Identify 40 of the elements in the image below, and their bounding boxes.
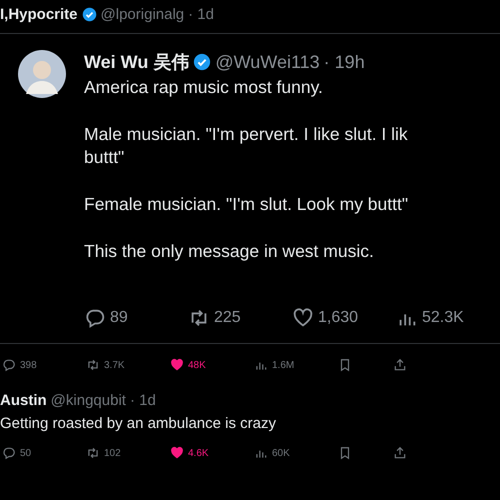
stat-count: 50 (20, 448, 32, 458)
stat-count: 1,630 (318, 309, 358, 327)
stat-count: 4.6K (188, 448, 209, 458)
stat-count: 398 (20, 360, 37, 370)
heart-icon[interactable] (292, 307, 314, 329)
post-text: This the only message in west music. (84, 240, 375, 263)
author-handle[interactable]: @lporiginalg (100, 6, 184, 23)
quoted-post-card[interactable] (0, 33, 500, 344)
stat-count: 48K (188, 360, 206, 370)
retweet-icon[interactable] (86, 446, 100, 460)
author-name: Austin (0, 392, 47, 409)
reply-icon[interactable] (2, 446, 16, 460)
author-handle[interactable]: @WuWei113 (215, 52, 320, 72)
stat-count: 52.3K (422, 309, 464, 327)
stat-count: 1.6M (272, 360, 294, 370)
post-time: · 19h (324, 52, 365, 72)
author-handle[interactable]: @kingqubit (50, 392, 126, 409)
reply-icon[interactable] (2, 358, 16, 372)
post-text: Female musician. "I'm slut. Look my buttt" (84, 193, 410, 216)
bookmark-icon[interactable] (338, 358, 352, 372)
stat-count: 3.7K (104, 360, 125, 370)
post-text: Male musician. "I'm pervert. I like slut. I lik buttt" (84, 123, 409, 169)
stat-count: 60K (272, 448, 290, 458)
heart-icon[interactable] (170, 358, 184, 372)
author-name: Wei Wu 吴伟 (84, 51, 190, 74)
share-icon[interactable] (393, 446, 407, 460)
retweet-icon[interactable] (86, 358, 100, 372)
heart-icon[interactable] (170, 446, 184, 460)
author-name: I,Hypocrite (0, 6, 78, 23)
reply-icon[interactable] (84, 307, 106, 329)
post-text: America rap music most funny. (84, 76, 324, 99)
stat-count: 225 (214, 309, 241, 327)
stat-count: 102 (104, 448, 121, 458)
stat-count: 89 (110, 309, 128, 327)
bookmark-icon[interactable] (338, 446, 352, 460)
post-time: · 1d (130, 392, 156, 409)
share-icon[interactable] (393, 358, 407, 372)
avatar-icon (18, 50, 66, 98)
post-time: · 1d (188, 6, 214, 23)
reply-text: Getting roasted by an ambulance is crazy (0, 415, 277, 432)
